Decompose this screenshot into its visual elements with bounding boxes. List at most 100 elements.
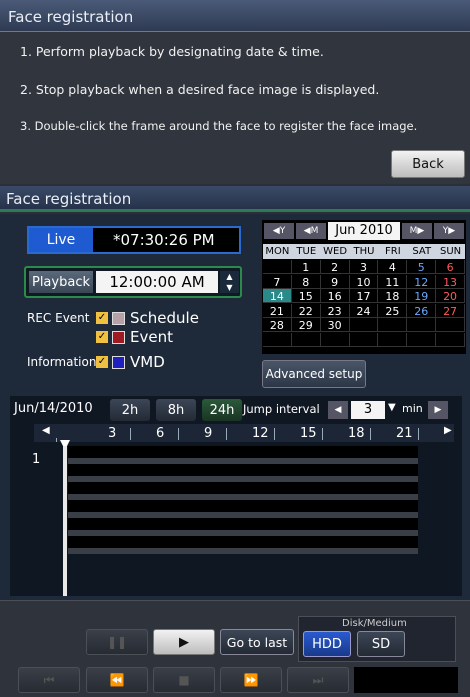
calendar-day[interactable] — [263, 332, 292, 347]
next-year-button[interactable]: Y▶ — [434, 223, 464, 239]
fast-forward-button[interactable]: ⏩ — [220, 667, 282, 693]
next-month-button[interactable]: M▶ — [402, 223, 432, 239]
jump-value-select[interactable]: 3 — [351, 401, 385, 419]
weekday-header: FRI — [378, 244, 408, 259]
calendar-day[interactable]: 3 — [349, 260, 379, 274]
calendar-day[interactable]: 21 — [263, 303, 292, 318]
hour-tick — [226, 428, 227, 440]
calendar-day[interactable] — [436, 318, 465, 332]
status-display — [354, 667, 458, 693]
calendar-day[interactable]: 24 — [349, 303, 379, 318]
calendar-day[interactable]: 27 — [436, 303, 465, 318]
calendar-day[interactable]: 17 — [349, 289, 379, 303]
timeline-track-row — [68, 500, 418, 512]
schedule-checkbox[interactable]: ✓ — [96, 312, 108, 324]
go-to-last-button[interactable]: Go to last — [220, 629, 294, 655]
skip-back-button[interactable]: ⏮ — [18, 667, 80, 693]
calendar-day[interactable]: 11 — [378, 274, 408, 289]
calendar-day[interactable] — [407, 332, 437, 347]
calendar-day[interactable] — [349, 318, 379, 332]
calendar-day[interactable]: 29 — [291, 318, 321, 332]
rewind-icon: ⏪ — [109, 673, 125, 687]
calendar-day[interactable]: 22 — [291, 303, 321, 318]
calendar-day[interactable]: 15 — [291, 289, 321, 303]
prev-year-button[interactable]: ◀Y — [264, 223, 294, 239]
calendar-day[interactable] — [436, 332, 465, 347]
disk-medium-group: Disk/Medium HDD SD — [298, 616, 456, 662]
vmd-label: VMD — [130, 353, 165, 371]
calendar-day[interactable] — [320, 332, 350, 347]
calendar-day[interactable]: 14 — [263, 289, 292, 303]
play-button[interactable]: ▶ — [153, 629, 215, 655]
calendar-day[interactable]: 8 — [291, 274, 321, 289]
dialog-header: Face registration — [0, 0, 470, 32]
hour-tick — [130, 428, 131, 440]
jump-unit: min — [402, 402, 423, 415]
hour-labels: 3 6 9 12 15 18 21 — [10, 424, 462, 442]
chevron-down-icon[interactable]: ▼ — [388, 402, 396, 413]
information-label: Information — [27, 355, 97, 369]
hour-label: 18 — [348, 426, 365, 441]
live-button[interactable]: Live — [29, 228, 93, 252]
hdd-button[interactable]: HDD — [303, 631, 351, 657]
calendar-day[interactable] — [378, 318, 408, 332]
calendar-day[interactable]: 20 — [436, 289, 465, 303]
calendar-day[interactable] — [378, 332, 408, 347]
timeline-panel: Jun/14/2010 2h 8h 24h Jump interval ◀ 3 … — [10, 396, 462, 596]
calendar-day[interactable]: 10 — [349, 274, 379, 289]
skip-forward-button[interactable]: ⏭ — [287, 667, 349, 693]
spin-down-icon[interactable]: ▼ — [220, 282, 239, 293]
prev-month-button[interactable]: ◀M — [296, 223, 326, 239]
rewind-button[interactable]: ⏪ — [86, 667, 148, 693]
weekday-header: SAT — [407, 244, 437, 259]
calendar-day[interactable]: 28 — [263, 318, 292, 332]
calendar-day[interactable]: 25 — [378, 303, 408, 318]
calendar-day[interactable]: 12 — [407, 274, 437, 289]
playhead-line[interactable] — [63, 446, 67, 596]
calendar-day[interactable]: 6 — [436, 260, 465, 274]
calendar-day[interactable]: 18 — [378, 289, 408, 303]
live-box: Live *07:30:26 PM — [27, 226, 241, 254]
playback-time-input[interactable]: 12:00:00 AM — [96, 271, 218, 293]
time-spinner[interactable]: ▲ ▼ — [220, 271, 239, 293]
playback-button[interactable]: Playback — [29, 271, 93, 293]
calendar-day[interactable]: 1 — [291, 260, 321, 274]
jump-next-icon[interactable]: ▶ — [428, 401, 448, 419]
advanced-setup-button[interactable]: Advanced setup — [262, 360, 366, 388]
event-checkbox[interactable]: ✓ — [96, 331, 108, 343]
hour-tick — [178, 428, 179, 440]
calendar-day[interactable] — [349, 332, 379, 347]
calendar-day[interactable]: 26 — [407, 303, 437, 318]
calendar-day[interactable]: 2 — [320, 260, 350, 274]
calendar-day[interactable] — [291, 332, 321, 347]
weekday-header: SUN — [436, 244, 465, 259]
calendar-day[interactable]: 4 — [378, 260, 408, 274]
hour-label: 12 — [252, 426, 269, 441]
sd-button[interactable]: SD — [357, 631, 405, 657]
instructions-panel: 1. Perform playback by designating date … — [0, 32, 470, 184]
calendar-day[interactable]: 16 — [320, 289, 350, 303]
calendar-day[interactable]: 13 — [436, 274, 465, 289]
calendar-day[interactable]: 23 — [320, 303, 350, 318]
calendar-day[interactable]: 5 — [407, 260, 437, 274]
vmd-checkbox[interactable]: ✓ — [96, 356, 108, 368]
timeline-tracks[interactable] — [68, 446, 418, 556]
calendar-day[interactable]: 9 — [320, 274, 350, 289]
zoom-8h-button[interactable]: 8h — [156, 399, 196, 421]
back-button[interactable]: Back — [391, 150, 465, 178]
hour-tick — [322, 428, 323, 440]
calendar-day[interactable] — [407, 318, 437, 332]
step-3: 3. Double-click the frame around the fac… — [20, 119, 418, 133]
calendar-day[interactable]: 19 — [407, 289, 437, 303]
stop-button[interactable]: ■ — [153, 667, 215, 693]
zoom-2h-button[interactable]: 2h — [110, 399, 150, 421]
jump-prev-icon[interactable]: ◀ — [328, 401, 348, 419]
calendar-day[interactable] — [263, 260, 292, 274]
calendar-day[interactable]: 30 — [320, 318, 350, 332]
stop-icon: ■ — [178, 673, 190, 687]
zoom-24h-button[interactable]: 24h — [202, 399, 242, 421]
weekday-header: WED — [320, 244, 350, 259]
spin-up-icon[interactable]: ▲ — [220, 271, 239, 282]
calendar-day[interactable]: 7 — [263, 274, 292, 289]
pause-button[interactable]: ❚❚ — [86, 629, 148, 655]
